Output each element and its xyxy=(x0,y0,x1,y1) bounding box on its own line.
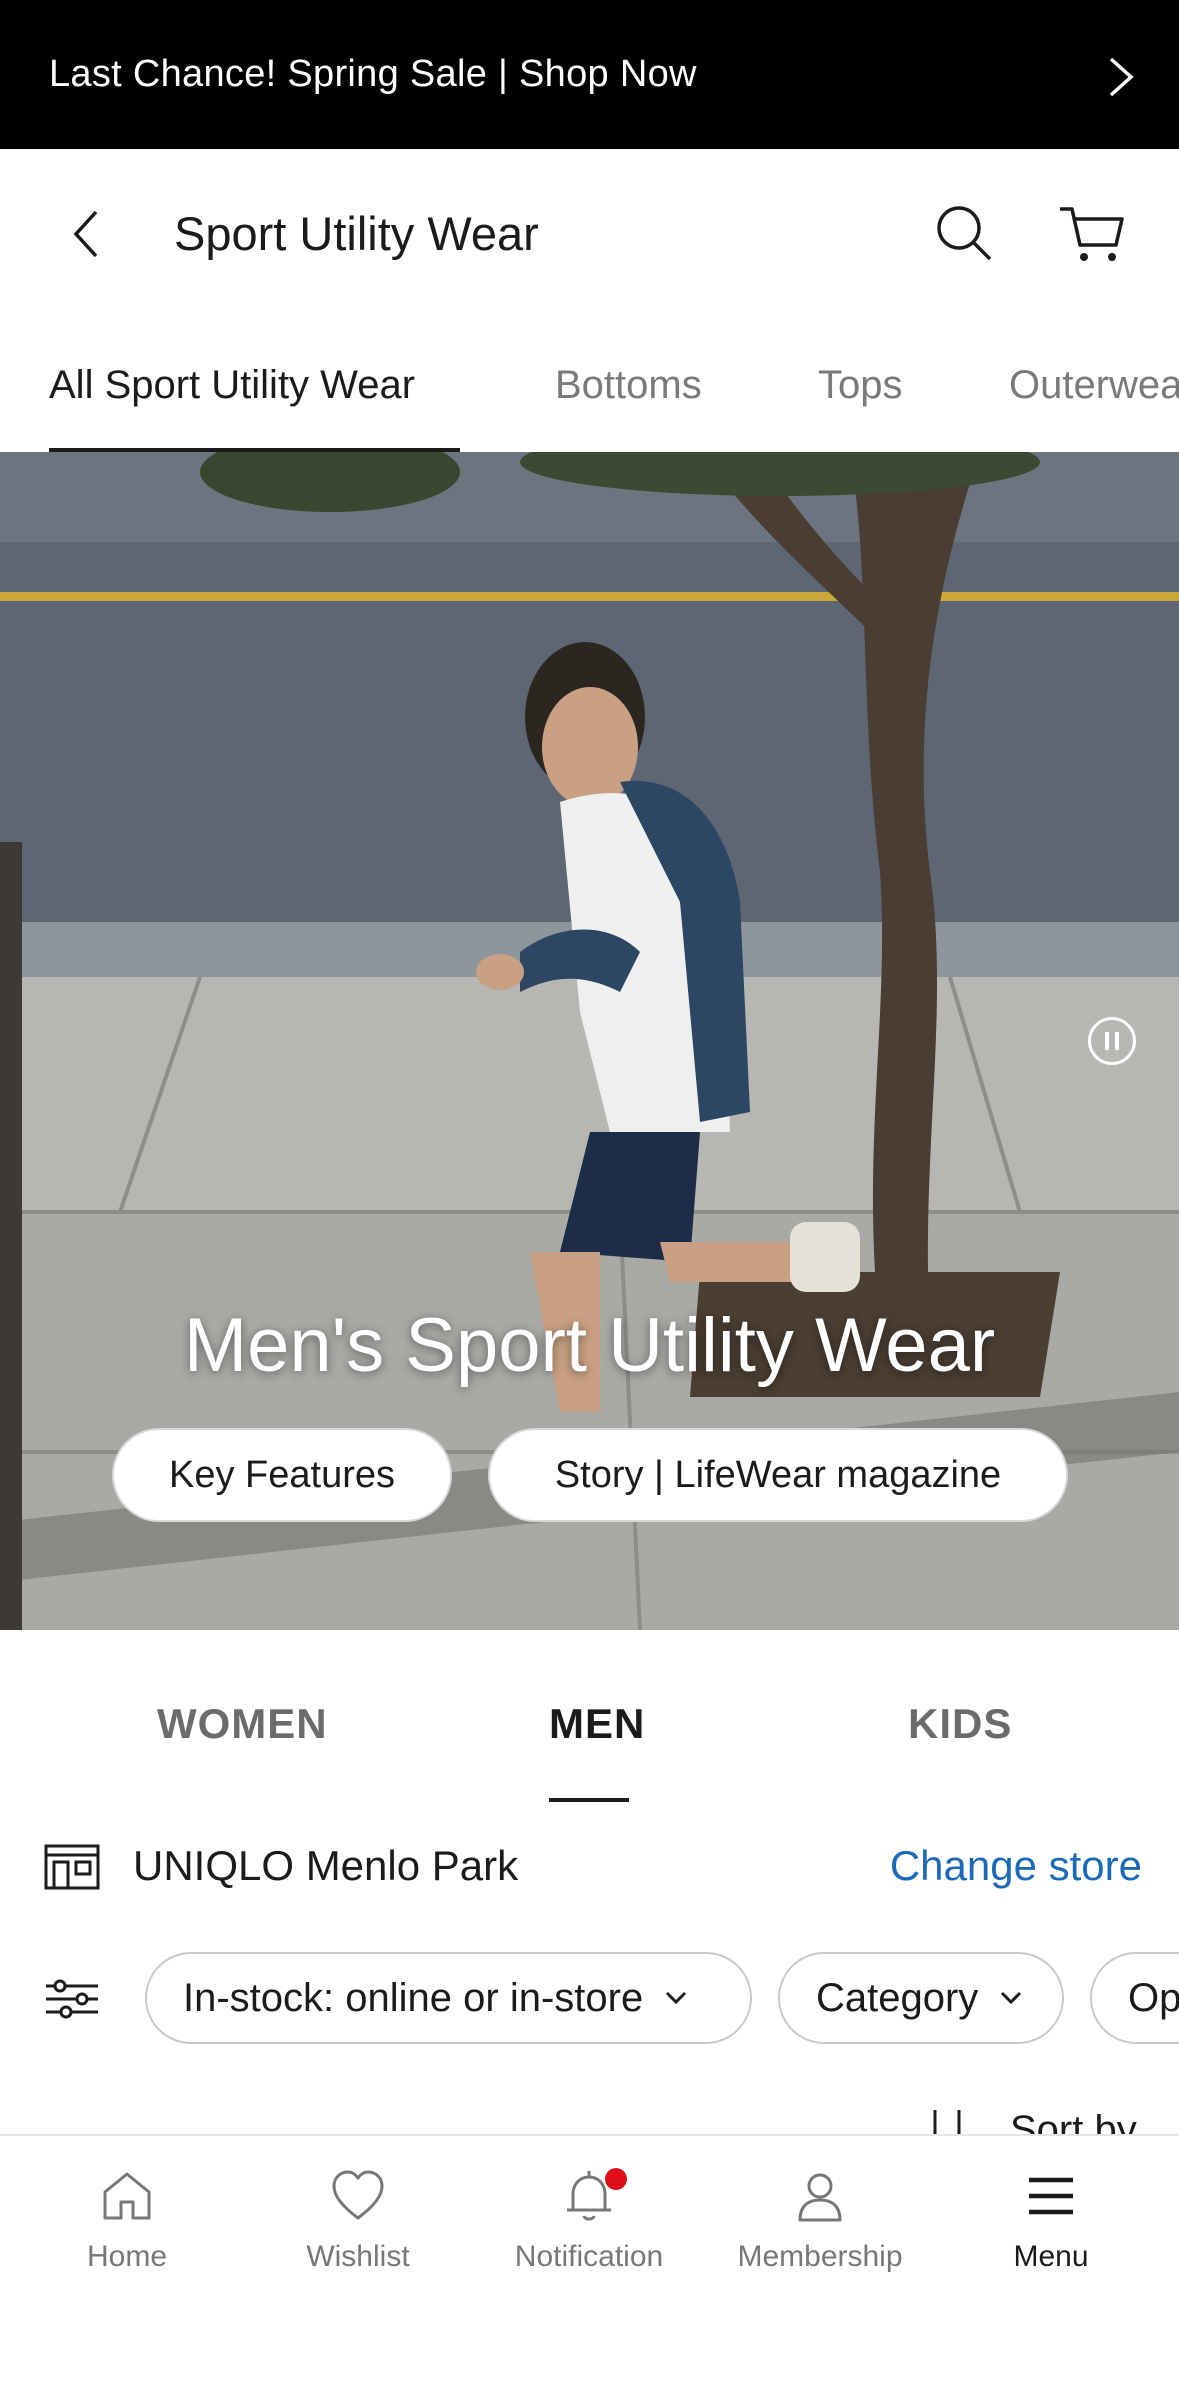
filter-row: In-stock: online or in-store Category Op xyxy=(0,1950,1179,2046)
heart-icon xyxy=(332,2170,384,2220)
tab-all-sport-utility-wear[interactable]: All Sport Utility Wear xyxy=(49,355,415,415)
tab-women[interactable]: WOMEN xyxy=(157,1700,328,1748)
sort-icon[interactable] xyxy=(925,2110,971,2134)
sort-row: Sort by xyxy=(0,2090,1179,2134)
bottom-nav: Home Wishlist Notification Membership Me… xyxy=(0,2134,1179,2396)
nav-wishlist-label: Wishlist xyxy=(306,2240,410,2273)
filter-sliders-icon[interactable] xyxy=(44,1976,100,2022)
options-filter-label: Op xyxy=(1128,1975,1179,2020)
options-filter[interactable]: Op xyxy=(1090,1952,1179,2044)
nav-notification[interactable]: Notification xyxy=(489,2166,689,2274)
change-store-link[interactable]: Change store xyxy=(890,1842,1142,1890)
story-lifewear-button[interactable]: Story | LifeWear magazine xyxy=(488,1428,1068,1522)
promo-text: Last Chance! Spring Sale | Shop Now xyxy=(49,53,697,95)
hero-banner[interactable]: Men's Sport Utility Wear Key Features St… xyxy=(0,452,1179,1630)
home-icon xyxy=(103,2172,151,2220)
chevron-down-icon xyxy=(1001,1991,1022,2005)
sort-label[interactable]: Sort by xyxy=(1010,2108,1137,2134)
gender-tabs: WOMEN MEN KIDS xyxy=(0,1630,1179,1802)
pause-bar xyxy=(1115,1032,1119,1050)
tab-men[interactable]: MEN xyxy=(549,1700,645,1748)
nav-menu[interactable]: Menu xyxy=(951,2166,1151,2274)
person-icon xyxy=(798,2173,842,2222)
page-title: Sport Utility Wear xyxy=(174,207,539,260)
nav-home[interactable]: Home xyxy=(27,2166,227,2274)
tab-kids[interactable]: KIDS xyxy=(908,1700,1012,1748)
nav-wishlist[interactable]: Wishlist xyxy=(258,2166,458,2274)
tab-tops[interactable]: Tops xyxy=(818,355,903,415)
promo-banner[interactable]: Last Chance! Spring Sale | Shop Now xyxy=(0,0,1179,149)
nav-notification-label: Notification xyxy=(514,2240,664,2273)
instock-filter[interactable]: In-stock: online or in-store xyxy=(145,1952,752,2044)
chevron-down-icon xyxy=(666,1991,687,2005)
pause-icon[interactable] xyxy=(1088,1017,1136,1065)
category-filter-label: Category xyxy=(816,1975,979,2020)
chevron-left-icon xyxy=(73,210,98,258)
category-tabs: All Sport Utility Wear Bottoms Tops Oute… xyxy=(0,317,1179,452)
instock-filter-label: In-stock: online or in-store xyxy=(183,1975,644,2020)
tab-outerwear[interactable]: Outerwear xyxy=(1009,355,1179,415)
nav-membership[interactable]: Membership xyxy=(720,2166,920,2274)
nav-menu-label: Menu xyxy=(1013,2240,1089,2273)
category-filter[interactable]: Category xyxy=(778,1952,1064,2044)
nav-home-label: Home xyxy=(86,2240,168,2273)
store-name: UNIQLO Menlo Park xyxy=(133,1842,519,1889)
notification-badge xyxy=(605,2168,627,2190)
menu-icon xyxy=(1029,2177,1073,2215)
pause-bar xyxy=(1105,1032,1109,1050)
store-icon xyxy=(44,1844,100,1890)
tab-bottoms[interactable]: Bottoms xyxy=(555,355,702,415)
app-header: Sport Utility Wear xyxy=(0,149,1179,317)
nav-membership-label: Membership xyxy=(737,2240,903,2273)
cart-icon[interactable] xyxy=(1058,201,1128,265)
hero-title: Men's Sport Utility Wear xyxy=(183,1303,996,1388)
key-features-button[interactable]: Key Features xyxy=(112,1428,452,1522)
chevron-right-icon xyxy=(1109,57,1134,97)
store-row: UNIQLO Menlo Park Change store xyxy=(0,1802,1179,1932)
back-button[interactable] xyxy=(60,204,110,264)
search-icon[interactable] xyxy=(932,201,996,265)
